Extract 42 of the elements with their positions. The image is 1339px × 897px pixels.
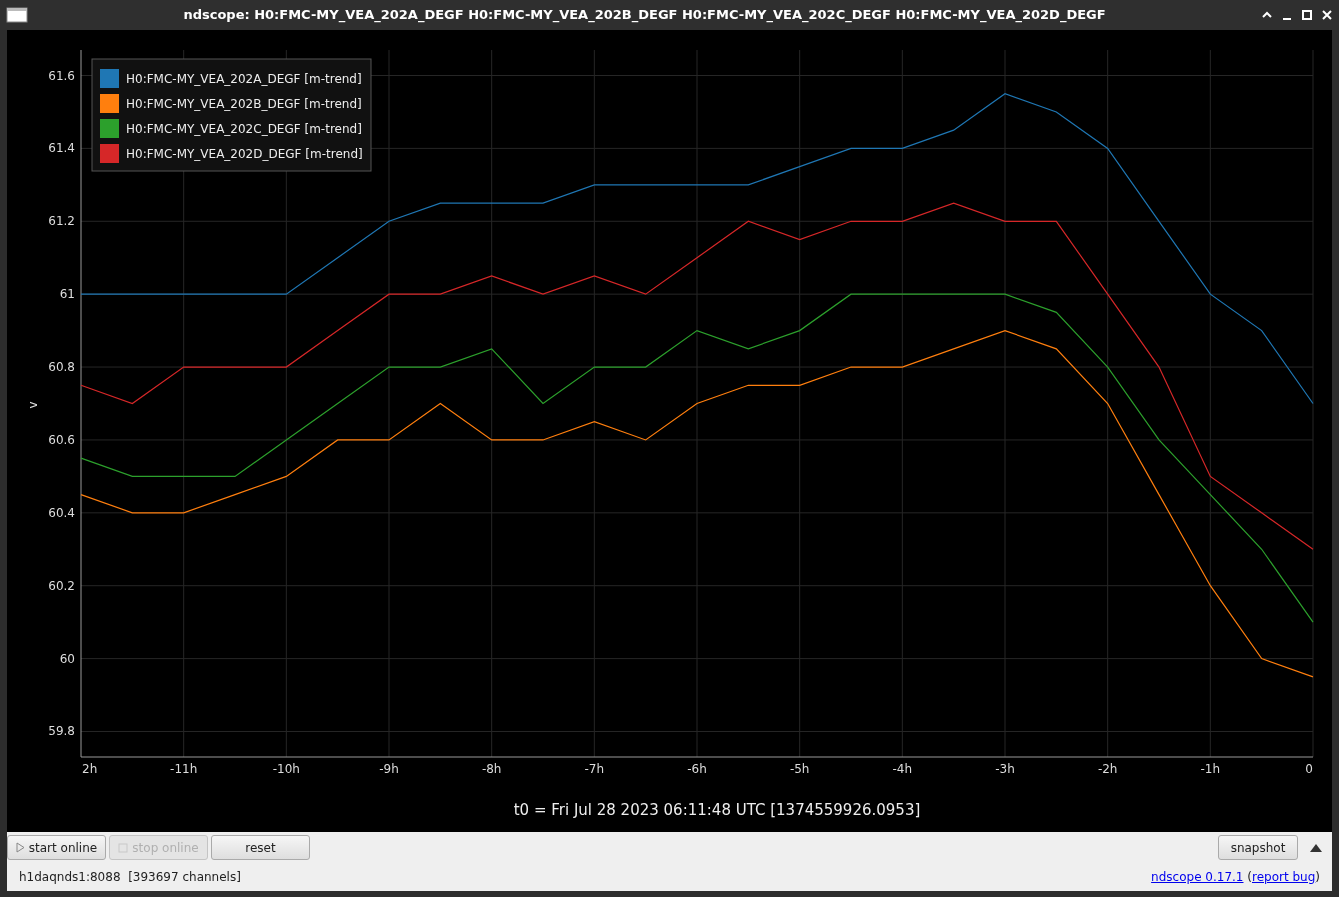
y-tick-label: 59.8	[48, 724, 75, 739]
x-tick-label: -8h	[481, 762, 502, 776]
legend-label: H0:FMC-MY_VEA_202D_DEGF [m-trend]	[126, 147, 363, 161]
x-tick-label: -7h	[584, 762, 605, 776]
x-tick-label: -5h	[789, 762, 810, 776]
y-tick-label: 61.6	[48, 68, 75, 83]
version-info: ndscope 0.17.1 (report bug)	[1151, 869, 1320, 886]
y-tick-label: 61.2	[48, 214, 75, 229]
server-info: h1daqnds1:8088 [393697 channels]	[19, 869, 241, 886]
x-tick-label: -4h	[892, 762, 913, 776]
maximize-icon[interactable]	[1301, 9, 1313, 21]
x-axis-label: t0 = Fri Jul 28 2023 06:11:48 UTC [1374559926.0953]	[513, 801, 921, 819]
y-tick-label: 60	[59, 651, 75, 666]
y-tick-label: 60.4	[48, 505, 75, 520]
snapshot-button[interactable]: snapshot	[1218, 835, 1298, 860]
x-tick-label: -6h	[687, 762, 707, 776]
y-tick-label: 60.8	[48, 360, 75, 375]
play-icon	[15, 842, 25, 853]
legend-label: H0:FMC-MY_VEA_202C_DEGF [m-trend]	[126, 122, 362, 136]
legend-label: H0:FMC-MY_VEA_202B_DEGF [m-trend]	[126, 97, 362, 111]
version-link[interactable]: ndscope 0.17.1	[1151, 870, 1244, 884]
x-tick-label: -1h	[1200, 762, 1221, 776]
window-icon	[6, 7, 28, 23]
y-tick-label: 60.6	[48, 432, 75, 447]
x-tick-label: -2h	[1097, 762, 1118, 776]
y-tick-label: 60.2	[48, 578, 75, 593]
close-icon[interactable]	[1321, 9, 1333, 21]
x-tick-label: -11h	[170, 762, 198, 776]
triangle-up-icon[interactable]	[1309, 842, 1323, 853]
x-tick-label: -9h	[379, 762, 399, 776]
start-button[interactable]: start online	[7, 835, 106, 860]
y-tick-label: 61.4	[48, 141, 75, 156]
legend-label: H0:FMC-MY_VEA_202A_DEGF [m-trend]	[126, 72, 362, 86]
y-axis-label: v	[26, 401, 40, 409]
window-title: ndscope: H0:FMC-MY_VEA_202A_DEGF H0:FMC-MY_VEA_202B_DEGF H0:FMC-MY_VEA_202C_DEGF H0:FMC-MY_VEA_202D_DEGF	[182, 6, 1107, 25]
report-bug-link[interactable]: report bug	[1252, 870, 1316, 884]
x-tick-label: -3h	[995, 762, 1015, 776]
x-tick-label: -10h	[272, 762, 300, 776]
reset-button[interactable]: reset	[211, 835, 310, 860]
x-tick-label: 0	[1305, 762, 1313, 776]
x-tick-label: 2h	[82, 762, 98, 776]
y-tick-label: 61	[59, 287, 75, 302]
